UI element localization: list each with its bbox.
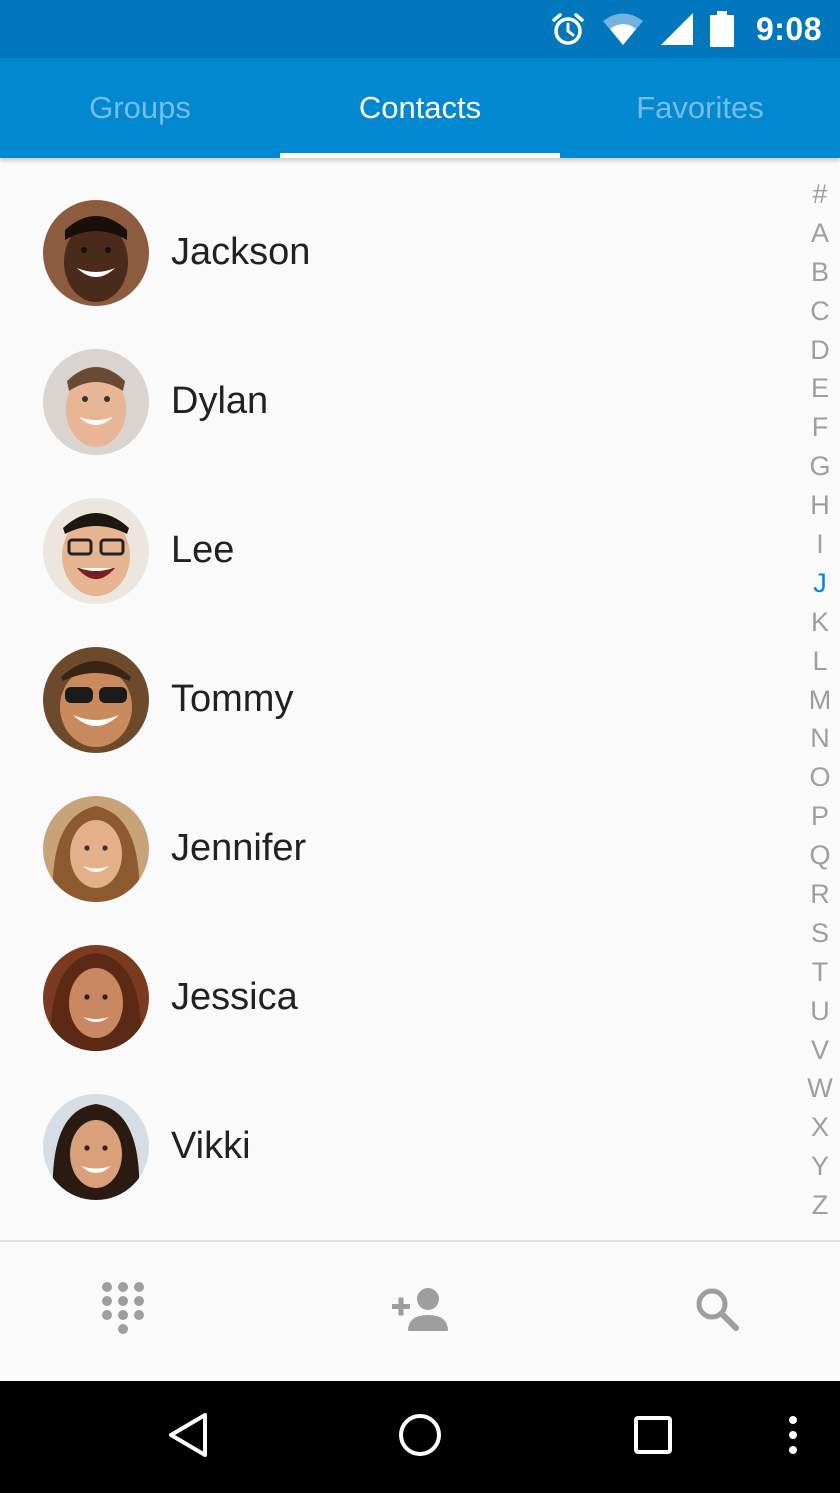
- contact-row[interactable]: Tommy: [0, 625, 790, 774]
- tab-favorites[interactable]: Favorites: [560, 58, 840, 158]
- contact-avatar: [43, 348, 149, 455]
- alphabet-letter[interactable]: G: [800, 447, 840, 486]
- alphabet-letter[interactable]: D: [800, 331, 840, 370]
- alphabet-letter[interactable]: A: [800, 214, 840, 253]
- tab-contacts[interactable]: Contacts: [280, 58, 560, 158]
- alphabet-letter[interactable]: R: [800, 875, 840, 914]
- contact-row[interactable]: Vikki: [0, 1072, 790, 1221]
- tab-label: Contacts: [358, 90, 482, 125]
- wifi-icon: [602, 12, 644, 46]
- back-icon: [165, 1411, 209, 1464]
- alphabet-letter[interactable]: P: [800, 797, 840, 836]
- alphabet-letter[interactable]: Z: [800, 1186, 840, 1225]
- home-icon: [396, 1411, 444, 1464]
- contact-row[interactable]: Jennifer: [0, 774, 790, 923]
- alphabet-letter[interactable]: V: [800, 1031, 840, 1070]
- alphabet-index[interactable]: # A B C D E F G H I J K L M N O P Q R S T U V W X Y Z: [800, 175, 840, 1225]
- contact-name: Jennifer: [171, 827, 307, 869]
- contact-row[interactable]: Lee: [0, 476, 790, 625]
- add-contact-button[interactable]: [390, 1284, 450, 1340]
- contact-name: Tommy: [171, 678, 294, 720]
- cell-signal-icon: [660, 12, 694, 46]
- alphabet-letter[interactable]: K: [800, 603, 840, 642]
- contact-row[interactable]: Jessica: [0, 923, 790, 1072]
- alphabet-letter[interactable]: T: [800, 953, 840, 992]
- contact-list: Jackson Dylan Lee Tommy Jennifer Jessica…: [0, 158, 790, 1240]
- contact-row[interactable]: Dylan: [0, 327, 790, 476]
- tab-label: Groups: [89, 90, 191, 125]
- alphabet-letter[interactable]: L: [800, 642, 840, 681]
- status-bar: 9:08: [0, 0, 840, 58]
- contact-row[interactable]: Jackson: [0, 178, 790, 327]
- alphabet-letter[interactable]: S: [800, 914, 840, 953]
- contact-avatar: [43, 646, 149, 753]
- contact-avatar: [43, 944, 149, 1051]
- bottom-action-bar: [0, 1240, 840, 1381]
- status-clock: 9:08: [755, 10, 822, 47]
- tab-indicator: [280, 153, 560, 158]
- add-contact-icon: [392, 1287, 448, 1336]
- contact-avatar: [43, 497, 149, 604]
- contact-name: Jackson: [171, 231, 311, 273]
- alphabet-letter[interactable]: #: [800, 175, 840, 214]
- alphabet-letter[interactable]: U: [800, 992, 840, 1031]
- search-button[interactable]: [689, 1284, 745, 1340]
- alphabet-letter[interactable]: W: [800, 1069, 840, 1108]
- alphabet-letter[interactable]: J: [800, 564, 840, 603]
- alphabet-letter[interactable]: B: [800, 253, 840, 292]
- alphabet-letter[interactable]: X: [800, 1108, 840, 1147]
- dialpad-button[interactable]: [95, 1281, 151, 1342]
- recents-icon: [631, 1413, 675, 1462]
- contact-name: Lee: [171, 529, 235, 571]
- contact-avatar: [43, 199, 149, 306]
- tab-groups[interactable]: Groups: [0, 58, 280, 158]
- alphabet-letter[interactable]: C: [800, 292, 840, 331]
- alphabet-letter[interactable]: E: [800, 369, 840, 408]
- tab-label: Favorites: [636, 90, 764, 125]
- system-nav-bar: [0, 1381, 840, 1493]
- alphabet-letter[interactable]: Y: [800, 1147, 840, 1186]
- home-button[interactable]: [394, 1411, 446, 1463]
- alphabet-letter[interactable]: Q: [800, 836, 840, 875]
- dialpad-icon: [101, 1281, 145, 1342]
- contact-name: Jessica: [171, 976, 298, 1018]
- tab-bar: Groups Contacts Favorites: [0, 58, 840, 158]
- overflow-menu-button[interactable]: [767, 1411, 819, 1463]
- battery-icon: [709, 11, 734, 47]
- alphabet-letter[interactable]: I: [800, 525, 840, 564]
- contact-avatar: [43, 795, 149, 902]
- back-button[interactable]: [161, 1411, 213, 1463]
- contact-name: Vikki: [171, 1125, 251, 1167]
- alphabet-letter[interactable]: N: [800, 719, 840, 758]
- contact-name: Dylan: [171, 380, 269, 422]
- alphabet-letter[interactable]: H: [800, 486, 840, 525]
- recents-button[interactable]: [627, 1411, 679, 1463]
- overflow-menu-icon: [787, 1415, 799, 1460]
- search-icon: [695, 1287, 739, 1336]
- contact-avatar: [43, 1093, 149, 1200]
- alphabet-letter[interactable]: M: [800, 681, 840, 720]
- alphabet-letter[interactable]: O: [800, 758, 840, 797]
- alphabet-letter[interactable]: F: [800, 408, 840, 447]
- alarm-icon: [550, 11, 586, 47]
